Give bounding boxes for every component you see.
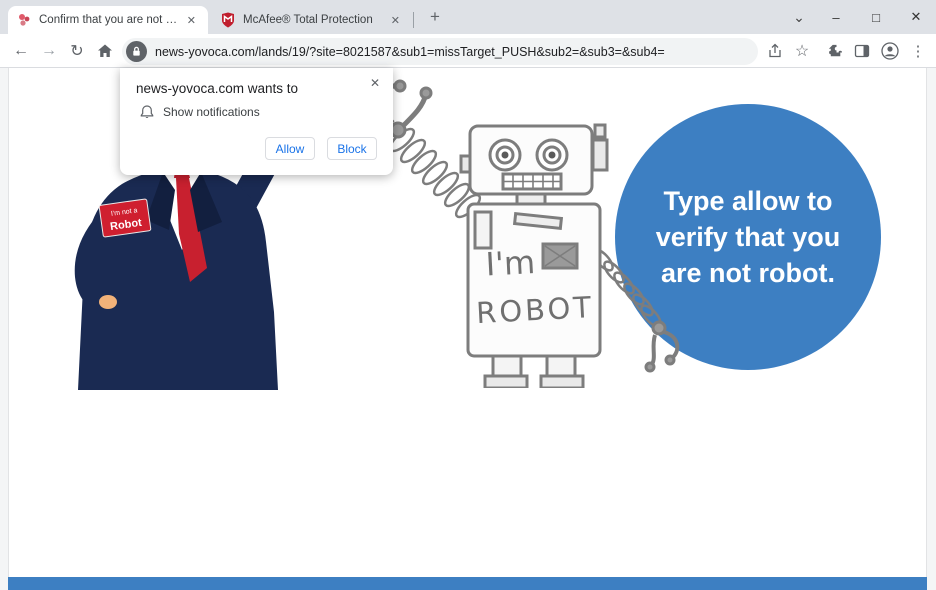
page-left-margin [0, 68, 9, 590]
tab-close-icon[interactable]: ✕ [183, 12, 200, 29]
allow-button[interactable]: Allow [265, 137, 315, 160]
chevron-down-icon[interactable]: ⌄ [782, 9, 816, 26]
dialog-close-icon[interactable]: ✕ [367, 73, 383, 93]
home-icon[interactable] [92, 34, 118, 68]
bell-icon [140, 105, 154, 118]
tab-separator [413, 12, 414, 28]
back-icon[interactable]: ← [8, 34, 34, 68]
bookmark-star-icon[interactable]: ☆ [789, 34, 815, 68]
tab-title: Confirm that you are not a robot [39, 14, 183, 26]
window-controls: ⌄ – □ ✕ [782, 0, 936, 34]
not-a-robot-badge: I'm not a Robot [98, 198, 152, 238]
robot-text-line1: I'm [485, 243, 536, 284]
tab-bar: Confirm that you are not a robot ✕ McAfe… [0, 0, 936, 34]
permission-row: Show notifications [140, 105, 260, 119]
maximize-button[interactable]: □ [856, 10, 896, 25]
url-text: news-yovoca.com/lands/19/?site=8021587&s… [155, 44, 665, 59]
lock-icon[interactable] [126, 41, 147, 62]
reload-icon[interactable]: ↻ [64, 34, 90, 68]
close-window-button[interactable]: ✕ [896, 9, 936, 25]
bottom-blue-bar [8, 577, 927, 590]
extensions-puzzle-icon[interactable] [822, 34, 848, 68]
tab-robot-page[interactable]: Confirm that you are not a robot ✕ [8, 6, 208, 34]
dialog-title: news-yovoca.com wants to [136, 81, 299, 96]
notification-permission-dialog: news-yovoca.com wants to ✕ Show notifica… [120, 68, 393, 175]
share-icon[interactable] [762, 34, 788, 68]
block-button[interactable]: Block [327, 137, 377, 160]
menu-kebab-icon[interactable]: ⋮ [905, 34, 931, 68]
tab-close-icon[interactable]: ✕ [387, 12, 404, 29]
profile-avatar-icon[interactable] [877, 34, 903, 68]
side-panel-icon[interactable] [849, 34, 875, 68]
minimize-button[interactable]: – [816, 10, 856, 25]
permission-label: Show notifications [163, 105, 260, 119]
page-favicon-icon [16, 12, 32, 28]
forward-icon[interactable]: → [36, 34, 62, 68]
tab-title: McAfee® Total Protection [243, 14, 373, 26]
robot-text-line2: ROBOT [475, 290, 595, 330]
sketch-robot-illustration: I'm ROBOT [379, 79, 680, 388]
tab-mcafee[interactable]: McAfee® Total Protection ✕ [212, 6, 414, 34]
new-tab-button[interactable]: + [424, 7, 446, 29]
browser-window: Confirm that you are not a robot ✕ McAfe… [0, 0, 936, 590]
mcafee-shield-icon [220, 12, 236, 28]
address-bar[interactable]: news-yovoca.com/lands/19/?site=8021587&s… [122, 38, 758, 65]
page-right-margin [926, 68, 936, 590]
